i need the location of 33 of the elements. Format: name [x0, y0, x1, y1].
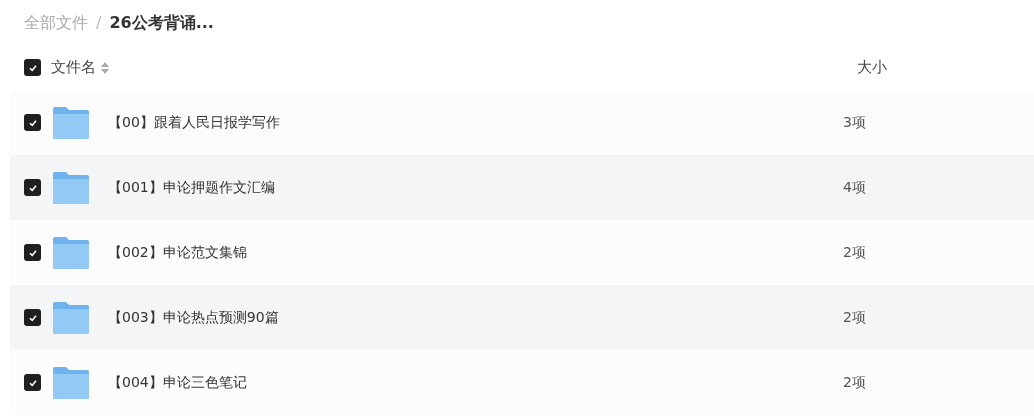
checkbox[interactable]	[24, 309, 41, 326]
check-icon	[27, 247, 38, 258]
item-count: 2项	[843, 373, 866, 392]
file-row[interactable]: 【003】申论热点预测90篇 2项	[10, 285, 1034, 350]
checkbox[interactable]	[24, 114, 41, 131]
folder-icon	[52, 235, 90, 270]
check-icon	[27, 117, 38, 128]
check-icon	[27, 377, 38, 388]
file-name[interactable]: 【002】申论范文集锦	[108, 242, 808, 263]
file-name[interactable]: 【003】申论热点预测90篇	[108, 307, 808, 328]
file-name[interactable]: 【004】申论三色笔记	[108, 372, 808, 393]
check-icon	[27, 182, 38, 193]
checkbox[interactable]	[24, 179, 41, 196]
file-name[interactable]: 【001】申论押题作文汇编	[108, 177, 808, 198]
column-header[interactable]: 文件名	[51, 56, 96, 79]
folder-icon	[52, 105, 90, 140]
file-name[interactable]: 【00】跟着人民日报学写作	[108, 112, 808, 133]
folder-icon	[52, 300, 90, 335]
checkbox[interactable]	[24, 59, 41, 76]
breadcrumb-separator: /	[96, 11, 102, 34]
item-count: 2项	[843, 308, 866, 327]
file-row[interactable]: 【001】申论押题作文汇编 4项	[10, 155, 1034, 220]
item-count: 2项	[843, 243, 866, 262]
folder-icon	[52, 365, 90, 400]
breadcrumb-item[interactable]: 26公考背诵...	[109, 10, 214, 35]
checkbox[interactable]	[24, 244, 41, 261]
check-icon	[27, 62, 38, 73]
item-count: 4项	[843, 178, 866, 197]
item-count: 3项	[843, 113, 866, 132]
checkbox[interactable]	[24, 374, 41, 391]
folder-icon	[52, 170, 90, 205]
check-icon	[27, 312, 38, 323]
column-header: 大小	[857, 57, 887, 79]
